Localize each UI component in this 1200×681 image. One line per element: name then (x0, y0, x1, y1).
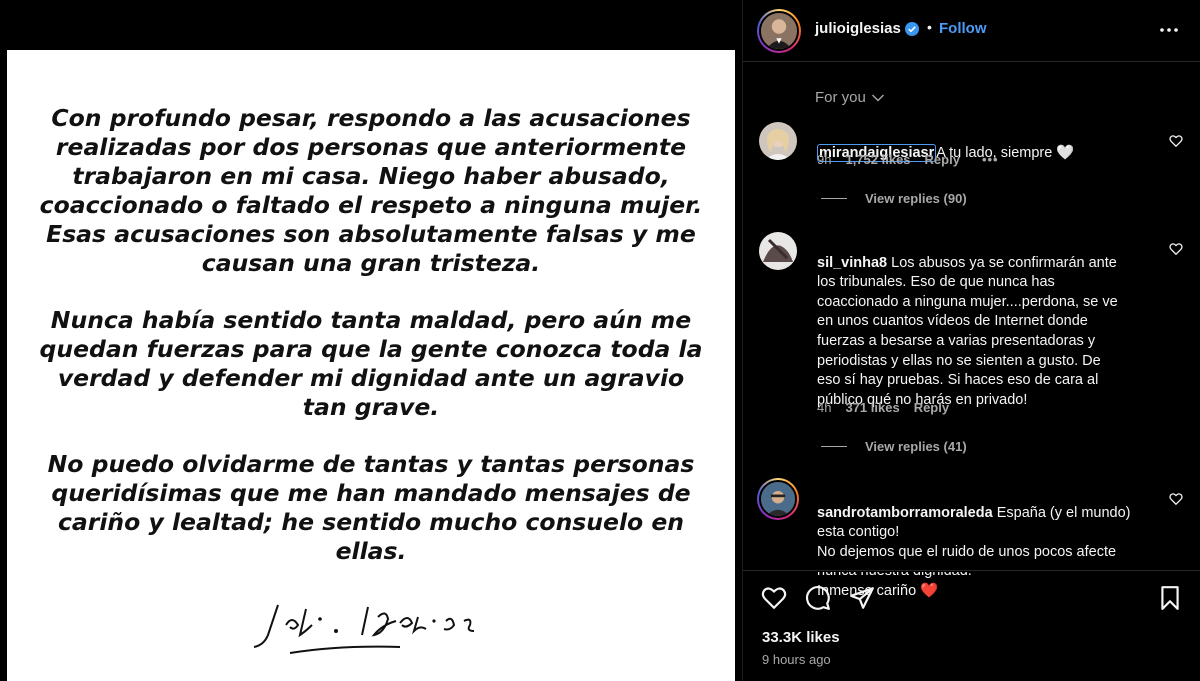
post-author-username[interactable]: julioiglesias (815, 20, 901, 37)
comment-username[interactable]: sil_vinha8 (817, 255, 887, 271)
avatar[interactable] (759, 122, 797, 160)
reply-button[interactable]: Reply (914, 400, 949, 415)
like-comment-heart-icon[interactable] (1169, 134, 1183, 148)
comments-panel: julioiglesias • Follow For you mirandaig… (742, 0, 1200, 681)
verified-badge-icon (905, 22, 919, 36)
profile-photo-icon (761, 13, 797, 49)
avatar[interactable] (759, 232, 797, 270)
statement-paragraph-3: No puedo olvidarme de tantas y tantas pe… (47, 450, 695, 565)
comment-bubble-icon[interactable] (805, 585, 831, 611)
comment-meta: 4h 371 likes Reply (817, 400, 949, 415)
sort-label: For you (815, 89, 866, 106)
comment-username[interactable]: sandrotamborramoraleda (817, 505, 993, 521)
comment-likes[interactable]: 371 likes (845, 400, 899, 415)
comment-likes[interactable]: 1,752 likes (845, 152, 910, 167)
comment-time: 4h (817, 400, 832, 415)
avatar[interactable] (757, 9, 801, 53)
statement-paragraph-2: Nunca había sentido tanta maldad, pero a… (39, 306, 703, 421)
like-comment-heart-icon[interactable] (1169, 242, 1183, 256)
statement-paragraph-1: Con profundo pesar, respondo a las acusa… (39, 104, 703, 277)
divider-line (821, 198, 847, 199)
separator-dot: • (927, 19, 932, 35)
post-header: julioiglesias • Follow (743, 0, 1200, 62)
comment-time: 9h (817, 152, 832, 167)
share-paper-plane-icon[interactable] (849, 585, 875, 611)
user-photo-icon (759, 122, 797, 160)
post-actions-bar (743, 570, 1200, 622)
divider-line (821, 446, 847, 447)
view-replies-button[interactable]: View replies (41) (821, 439, 967, 454)
reply-button[interactable]: Reply (925, 152, 960, 167)
follow-button[interactable]: Follow (939, 20, 987, 37)
chevron-down-icon (871, 94, 884, 101)
post-timestamp: 9 hours ago (762, 652, 831, 667)
comment-sort-dropdown[interactable]: For you (815, 89, 885, 106)
view-replies-label: View replies (41) (865, 439, 967, 454)
post-likes-count[interactable]: 33.3K likes (762, 629, 840, 646)
more-options-icon[interactable] (1157, 18, 1181, 42)
user-photo-icon (761, 482, 795, 516)
handwritten-signature (253, 604, 475, 654)
like-heart-icon[interactable] (761, 585, 787, 611)
comment-meta: 9h 1,752 likes Reply ••• (817, 152, 999, 167)
view-replies-button[interactable]: View replies (90) (821, 191, 967, 206)
view-replies-label: View replies (90) (865, 191, 967, 206)
statement-text: Con profundo pesar, respondo a las acusa… (0, 104, 742, 594)
user-photo-icon (759, 232, 797, 270)
comment-body: Los abusos ya se confirmarán ante los tr… (817, 254, 1118, 408)
comment-more-button[interactable]: ••• (982, 152, 999, 167)
save-bookmark-icon[interactable] (1157, 585, 1183, 611)
avatar[interactable] (757, 478, 799, 520)
like-comment-heart-icon[interactable] (1169, 492, 1183, 506)
post-media[interactable]: Con profundo pesar, respondo a las acusa… (0, 0, 742, 681)
